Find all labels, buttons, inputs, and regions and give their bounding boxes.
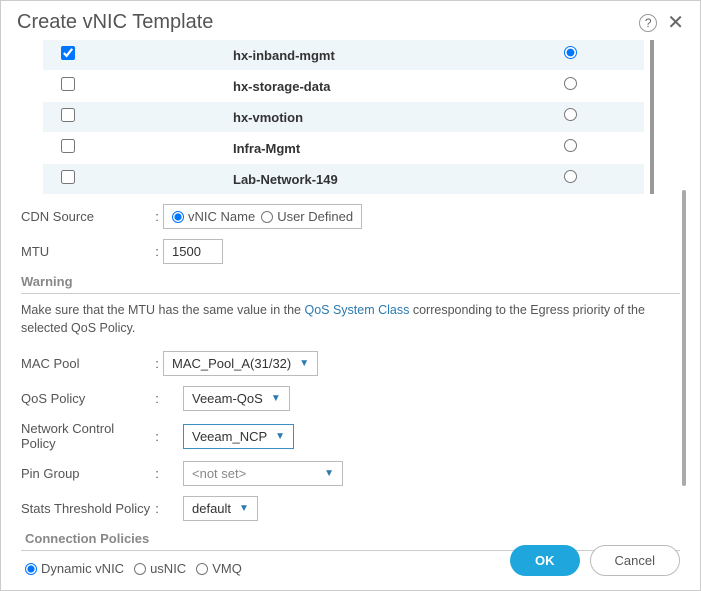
vlan-row: hx-vmotion [43,102,644,132]
radio-icon[interactable] [261,211,273,223]
cdn-user-defined-option[interactable]: User Defined [261,209,353,224]
chevron-down-icon: ▼ [275,431,285,442]
vlan-name: Infra-Mgmt [103,141,564,156]
vlan-name: hx-inband-mgmt [103,48,564,63]
qos-policy-label: QoS Policy [21,391,151,406]
radio-icon[interactable] [172,211,184,223]
scrollbar[interactable] [682,190,686,486]
vmq-option[interactable]: VMQ [196,561,242,576]
vlan-row: hx-storage-data [43,71,644,101]
qos-policy-select[interactable]: Veeam-QoS▼ [183,386,290,411]
vlan-checkbox[interactable] [61,77,75,91]
vlan-native-radio[interactable] [564,139,577,152]
ok-button[interactable]: OK [510,545,580,576]
dynamic-vnic-option[interactable]: Dynamic vNIC [25,561,124,576]
radio-icon[interactable] [25,563,37,575]
vlan-native-radio[interactable] [564,46,577,59]
cancel-button[interactable]: Cancel [590,545,680,576]
connection-policies-heading: Connection Policies [25,531,680,546]
chevron-down-icon: ▼ [271,393,281,404]
chevron-down-icon: ▼ [239,503,249,514]
warning-text: Make sure that the MTU has the same valu… [21,302,680,337]
vlan-name: hx-vmotion [103,110,564,125]
vlan-list: hx-inband-mgmt hx-storage-data hx-vmotio… [17,40,684,194]
vlan-row: hx-inband-mgmt [43,40,644,70]
vlan-native-radio[interactable] [564,108,577,121]
stats-threshold-label: Stats Threshold Policy [21,501,151,516]
chevron-down-icon: ▼ [324,468,334,479]
close-icon[interactable]: ✕ [667,13,684,33]
cdn-source-row: CDN Source : vNIC Name User Defined [21,204,680,229]
mtu-label: MTU [21,244,151,259]
qos-policy-row: QoS Policy : Veeam-QoS▼ [21,386,680,411]
qos-system-class-link[interactable]: QoS System Class [304,303,409,317]
dialog-title: Create vNIC Template [17,11,213,34]
network-control-policy-row: Network Control Policy : Veeam_NCP▼ [21,421,680,451]
usnic-option[interactable]: usNIC [134,561,186,576]
warning-heading: Warning [21,274,680,289]
vlan-checkbox[interactable] [61,108,75,122]
cdn-vnic-name-option[interactable]: vNIC Name [172,209,255,224]
footer: OK Cancel [510,545,680,576]
chevron-down-icon: ▼ [299,358,309,369]
radio-icon[interactable] [134,563,146,575]
mtu-input[interactable] [163,239,223,264]
content: hx-inband-mgmt hx-storage-data hx-vmotio… [1,40,700,576]
vlan-checkbox[interactable] [61,170,75,184]
network-control-policy-select[interactable]: Veeam_NCP▼ [183,424,294,449]
cdn-source-label: CDN Source [21,209,151,224]
vlan-row: Lab-Network-149 [43,164,644,194]
form-area: CDN Source : vNIC Name User Defined MTU … [17,204,684,576]
vlan-native-radio[interactable] [564,77,577,90]
mac-pool-select[interactable]: MAC_Pool_A(31/32)▼ [163,351,318,376]
dialog-header: Create vNIC Template ? ✕ [1,1,700,40]
pin-group-row: Pin Group : <not set>▼ [21,461,680,486]
vlan-checkbox[interactable] [61,46,75,60]
vlan-name: hx-storage-data [103,79,564,94]
pin-group-label: Pin Group [21,466,151,481]
divider [21,293,680,294]
header-icons: ? ✕ [639,13,684,33]
mac-pool-label: MAC Pool [21,356,151,371]
radio-icon[interactable] [196,563,208,575]
network-control-policy-label: Network Control Policy [21,421,151,451]
stats-threshold-row: Stats Threshold Policy : default▼ [21,496,680,521]
stats-threshold-select[interactable]: default▼ [183,496,258,521]
mtu-row: MTU : [21,239,680,264]
vlan-checkbox[interactable] [61,139,75,153]
vlan-row: Infra-Mgmt [43,133,644,163]
help-icon[interactable]: ? [639,14,657,32]
vlan-native-radio[interactable] [564,170,577,183]
vlan-name: Lab-Network-149 [103,172,564,187]
pin-group-select[interactable]: <not set>▼ [183,461,343,486]
mac-pool-row: MAC Pool : MAC_Pool_A(31/32)▼ [21,351,680,376]
cdn-source-group: vNIC Name User Defined [163,204,362,229]
